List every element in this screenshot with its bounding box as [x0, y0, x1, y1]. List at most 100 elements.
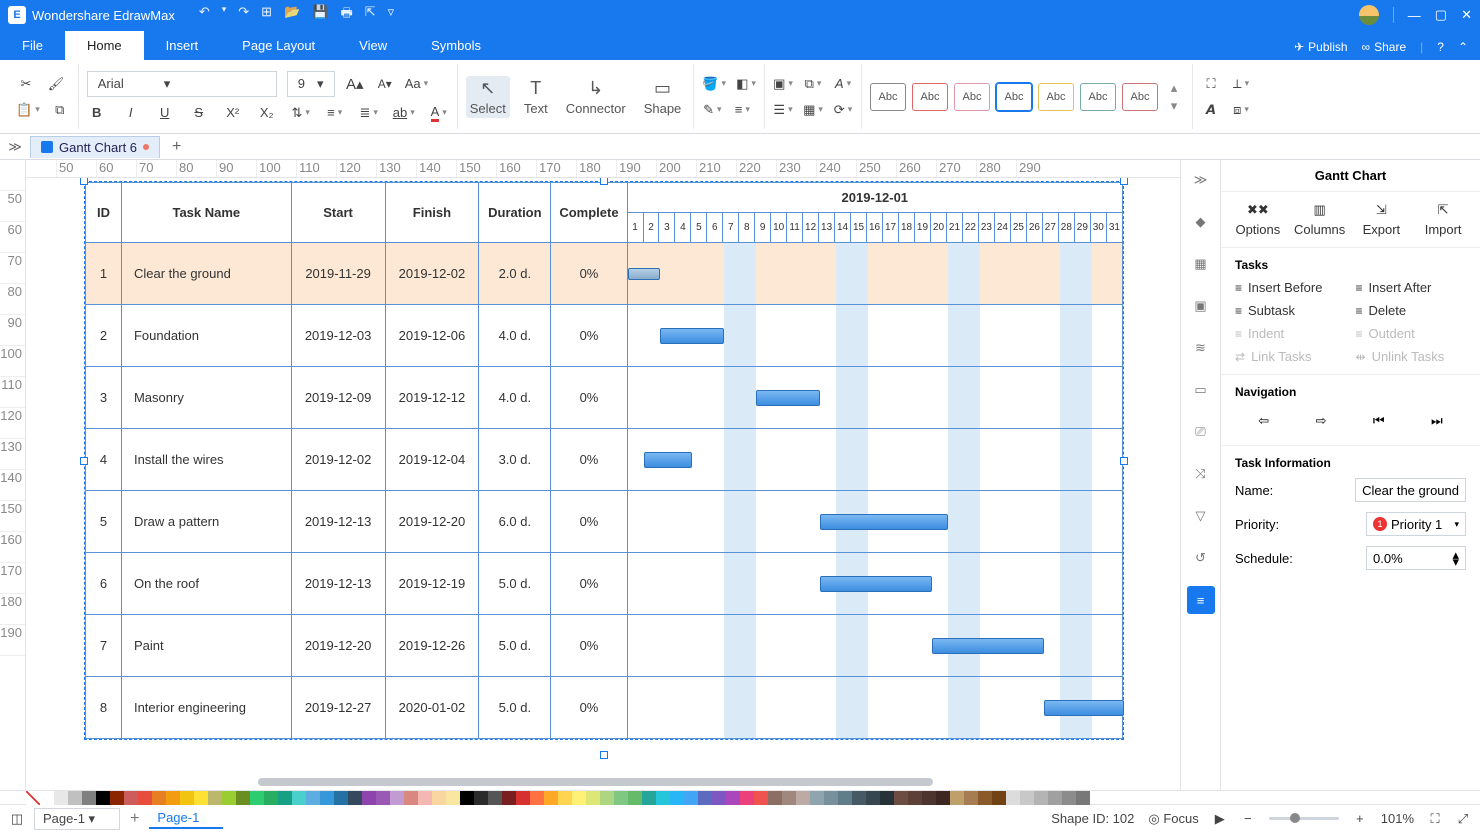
gantt-day-header[interactable]: 7 [723, 213, 739, 243]
gantt-day-header[interactable]: 22 [962, 213, 978, 243]
panel-options-button[interactable]: ✖✖Options [1230, 202, 1286, 237]
gantt-name-cell[interactable]: Draw a pattern [121, 491, 291, 553]
open-icon[interactable]: 📂 [284, 4, 300, 26]
qat-more-icon[interactable]: ▿ [388, 4, 395, 26]
color-swatch[interactable] [222, 791, 236, 805]
gantt-day-header[interactable]: 14 [835, 213, 851, 243]
gantt-day-header[interactable]: 21 [946, 213, 962, 243]
gantt-start-cell[interactable]: 2019-12-13 [291, 553, 385, 615]
style-preset-3[interactable]: Abc [954, 83, 990, 111]
color-swatch[interactable] [558, 791, 572, 805]
color-swatch[interactable] [152, 791, 166, 805]
style-preset-1[interactable]: Abc [870, 83, 906, 111]
rail-layers-icon[interactable]: ≋ [1187, 334, 1215, 362]
color-swatch[interactable] [866, 791, 880, 805]
italic-icon[interactable]: I [121, 103, 141, 123]
color-swatch[interactable] [194, 791, 208, 805]
gantt-name-cell[interactable]: Foundation [121, 305, 291, 367]
gantt-day-header[interactable]: 26 [1026, 213, 1042, 243]
color-swatch[interactable] [82, 791, 96, 805]
color-swatch[interactable] [544, 791, 558, 805]
new-icon[interactable]: ⊞ [261, 4, 272, 26]
underline-icon[interactable]: U [155, 103, 175, 123]
color-swatch[interactable] [684, 791, 698, 805]
add-page-button[interactable]: + [130, 810, 139, 828]
same-size-icon[interactable]: ⧈ [1231, 100, 1251, 120]
gantt-complete-cell[interactable]: 0% [551, 553, 627, 615]
gantt-col-header[interactable]: Complete [551, 183, 627, 243]
group-icon[interactable]: ⧉ [803, 74, 823, 94]
undo-dropdown-icon[interactable]: ▾ [222, 4, 227, 26]
gantt-col-header[interactable]: Duration [479, 183, 551, 243]
window-minimize-icon[interactable]: — [1408, 8, 1421, 23]
color-swatch[interactable] [138, 791, 152, 805]
color-swatch[interactable] [880, 791, 894, 805]
gantt-bar[interactable] [932, 638, 1044, 654]
color-swatch[interactable] [334, 791, 348, 805]
schedule-input[interactable]: 0.0%▴▾ [1366, 546, 1466, 570]
gantt-bar[interactable] [1044, 700, 1124, 716]
gantt-chart-cell[interactable] [627, 305, 1122, 367]
numbering-icon[interactable]: ≣ [359, 103, 379, 123]
page-tab-button[interactable]: Page-1 [149, 808, 223, 829]
rail-grid-icon[interactable]: ▦ [1187, 250, 1215, 278]
fill-icon[interactable]: 🪣 [702, 74, 726, 94]
undo-icon[interactable]: ↶ [199, 4, 210, 26]
style-preset-2[interactable]: Abc [912, 83, 948, 111]
color-swatch[interactable] [670, 791, 684, 805]
size-icon[interactable]: ⛶ [1201, 74, 1221, 94]
color-swatch[interactable] [1076, 791, 1090, 805]
color-swatch[interactable] [166, 791, 180, 805]
gantt-complete-cell[interactable]: 0% [551, 677, 627, 739]
color-swatch[interactable] [516, 791, 530, 805]
shape-tool[interactable]: ▭Shape [640, 76, 686, 118]
window-close-icon[interactable]: ✕ [1461, 7, 1472, 23]
gantt-complete-cell[interactable]: 0% [551, 429, 627, 491]
position-icon[interactable]: 𝘼 [1201, 100, 1221, 120]
gantt-duration-cell[interactable]: 4.0 d. [479, 305, 551, 367]
gantt-day-header[interactable]: 17 [883, 213, 899, 243]
rail-image-icon[interactable]: ▣ [1187, 292, 1215, 320]
color-swatch[interactable] [852, 791, 866, 805]
gantt-duration-cell[interactable]: 6.0 d. [479, 491, 551, 553]
share-button[interactable]: ∞ Share [1362, 40, 1407, 54]
gantt-day-header[interactable]: 4 [675, 213, 691, 243]
gantt-bar[interactable] [820, 514, 948, 530]
color-swatch[interactable] [390, 791, 404, 805]
style-gallery-more-icon[interactable]: ▴▾ [1164, 87, 1184, 107]
gantt-duration-cell[interactable]: 5.0 d. [479, 615, 551, 677]
selection-handle[interactable] [600, 751, 608, 759]
color-swatch[interactable] [96, 791, 110, 805]
page-selector[interactable]: Page-1 ▾ [34, 808, 120, 830]
horizontal-scrollbar[interactable] [56, 778, 1180, 788]
font-family-combo[interactable]: Arial▾ [87, 71, 277, 97]
gantt-col-header[interactable]: Finish [385, 183, 479, 243]
color-swatch[interactable] [110, 791, 124, 805]
zoom-out-icon[interactable]: − [1241, 812, 1255, 826]
color-swatch[interactable] [726, 791, 740, 805]
rail-present-icon[interactable]: ▽ [1187, 502, 1215, 530]
fullscreen-icon[interactable]: ⤢ [1456, 812, 1470, 826]
selection-handle[interactable] [1120, 178, 1128, 185]
gantt-day-header[interactable]: 6 [707, 213, 723, 243]
font-color-icon[interactable]: A [429, 103, 449, 123]
zoom-level-label[interactable]: 101% [1381, 811, 1414, 826]
gantt-bar[interactable] [820, 576, 932, 592]
font-size-combo[interactable]: 9▾ [287, 71, 335, 97]
gantt-task-row[interactable]: 8Interior engineering2019-12-272020-01-0… [86, 677, 1123, 739]
nav-last-button[interactable]: ⏭ [1431, 413, 1443, 429]
gantt-day-header[interactable]: 9 [755, 213, 771, 243]
gantt-day-header[interactable]: 31 [1106, 213, 1122, 243]
cut-icon[interactable]: ✂ [16, 74, 36, 94]
color-swatch[interactable] [54, 791, 68, 805]
gantt-chart-cell[interactable] [627, 615, 1122, 677]
color-swatch[interactable] [124, 791, 138, 805]
color-swatch[interactable] [810, 791, 824, 805]
gantt-name-cell[interactable]: Clear the ground [121, 243, 291, 305]
gantt-finish-cell[interactable]: 2019-12-19 [385, 553, 479, 615]
unlink-tasks-button[interactable]: ⇹ Unlink Tasks [1356, 349, 1467, 364]
color-swatch[interactable] [1048, 791, 1062, 805]
gantt-name-cell[interactable]: Masonry [121, 367, 291, 429]
distribute-icon[interactable]: ▦ [803, 100, 823, 120]
gantt-bar[interactable] [644, 452, 692, 468]
